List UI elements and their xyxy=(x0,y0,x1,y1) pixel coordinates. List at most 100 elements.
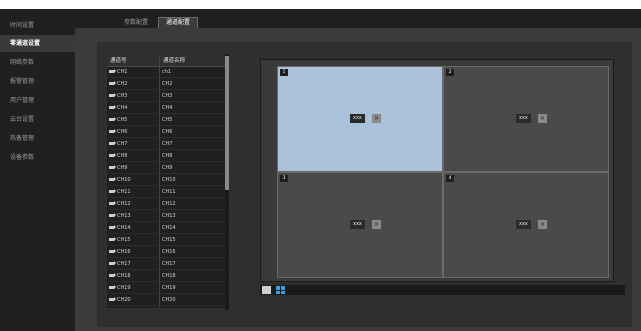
camera-icon xyxy=(109,153,116,157)
sidebar: 时间设置 零通道设置 网络参数 报警管理 用户管理 云台设置 热备管理 设备参数 xyxy=(0,9,75,331)
scrollbar-thumb[interactable] xyxy=(225,56,229,190)
channel-number: CH7 xyxy=(117,141,128,147)
channel-number: CH6 xyxy=(117,129,128,135)
channel-number: CH16 xyxy=(117,249,131,255)
table-row[interactable]: CH14 CH14 xyxy=(107,223,227,234)
channel-number: CH18 xyxy=(117,273,131,279)
channel-name: CH9 xyxy=(162,165,173,171)
preview-cell-2[interactable]: 2 xxx × xyxy=(443,66,609,172)
cell-channel-label: xxx xyxy=(350,220,365,229)
camera-icon xyxy=(109,189,116,193)
channel-number: CH19 xyxy=(117,285,131,291)
table-row[interactable]: CH16 CH16 xyxy=(107,247,227,258)
cell-number: 2 xyxy=(446,69,454,76)
table-row[interactable]: CH4 CH4 xyxy=(107,103,227,114)
table-row[interactable]: CH12 CH12 xyxy=(107,199,227,210)
quad-layout-icon[interactable] xyxy=(276,286,285,294)
channel-name: CH5 xyxy=(162,117,173,123)
channel-name: ch1 xyxy=(162,69,172,75)
channel-number: CH3 xyxy=(117,93,128,99)
table-row[interactable]: CH19 CH19 xyxy=(107,283,227,294)
table-row[interactable]: CH20 CH20 xyxy=(107,295,227,306)
preview-cell-1[interactable]: 1 xxx × xyxy=(277,66,443,172)
channel-name: CH15 xyxy=(162,237,176,243)
sidebar-item-ptz[interactable]: 云台设置 xyxy=(0,111,75,128)
sidebar-item-alarm[interactable]: 报警管理 xyxy=(0,73,75,90)
channel-name: CH19 xyxy=(162,285,176,291)
sidebar-item-zero-channel[interactable]: 零通道设置 xyxy=(0,35,75,52)
channel-number: CH15 xyxy=(117,237,131,243)
table-row[interactable]: CH9 CH9 xyxy=(107,163,227,174)
camera-icon xyxy=(109,213,116,217)
table-row[interactable]: CH17 CH17 xyxy=(107,259,227,270)
camera-icon xyxy=(109,177,116,181)
channel-number: CH17 xyxy=(117,261,131,267)
channel-name: CH14 xyxy=(162,225,176,231)
camera-icon xyxy=(109,201,116,205)
channel-name: CH13 xyxy=(162,213,176,219)
channel-number: CH9 xyxy=(117,165,128,171)
table-row[interactable]: CH10 CH10 xyxy=(107,175,227,186)
channel-number: CH14 xyxy=(117,225,131,231)
close-icon[interactable]: × xyxy=(538,220,547,229)
table-row[interactable]: CH7 CH7 xyxy=(107,139,227,150)
table-row[interactable]: CH13 CH13 xyxy=(107,211,227,222)
table-row[interactable]: CH2 CH2 xyxy=(107,79,227,90)
channel-name: CH3 xyxy=(162,93,173,99)
camera-icon xyxy=(109,69,116,73)
channel-number: CH10 xyxy=(117,177,131,183)
channel-name: CH8 xyxy=(162,153,173,159)
sidebar-item-time-settings[interactable]: 时间设置 xyxy=(0,17,75,34)
camera-icon xyxy=(109,273,116,277)
table-row[interactable]: CH5 CH5 xyxy=(107,115,227,126)
table-row[interactable]: CH8 CH8 xyxy=(107,151,227,162)
camera-icon xyxy=(109,117,116,121)
channel-name: CH17 xyxy=(162,261,176,267)
close-icon[interactable]: × xyxy=(372,114,381,123)
tab-param-config[interactable]: 参数配置 xyxy=(115,18,157,28)
close-icon[interactable]: × xyxy=(538,114,547,123)
table-row[interactable]: CH3 CH3 xyxy=(107,91,227,102)
close-icon[interactable]: × xyxy=(372,220,381,229)
channel-number: CH5 xyxy=(117,117,128,123)
channel-name: CH11 xyxy=(162,189,176,195)
sidebar-item-device[interactable]: 设备参数 xyxy=(0,149,75,166)
table-row[interactable]: CH6 CH6 xyxy=(107,127,227,138)
sidebar-item-user[interactable]: 用户管理 xyxy=(0,92,75,109)
channel-name: CH6 xyxy=(162,129,173,135)
cell-number: 4 xyxy=(446,175,454,182)
table-row[interactable]: CH1 ch1 xyxy=(107,67,227,78)
table-row[interactable]: CH18 CH18 xyxy=(107,271,227,282)
sidebar-item-network[interactable]: 网络参数 xyxy=(0,54,75,71)
camera-icon xyxy=(109,249,116,253)
camera-icon xyxy=(109,141,116,145)
channel-table: 通道号 通道名称 CH1 ch1 CH2 CH2 CH3 CH3 CH4 CH4 CH5 CH5 C… xyxy=(107,56,227,308)
cell-channel-label: xxx xyxy=(516,114,531,123)
camera-icon xyxy=(109,93,116,97)
channel-number: CH1 xyxy=(117,69,128,75)
camera-icon xyxy=(109,237,116,241)
preview-cell-4[interactable]: 4 xxx × xyxy=(443,172,609,278)
camera-icon xyxy=(109,225,116,229)
table-scrollbar[interactable] xyxy=(225,54,229,310)
main-panel: 参数配置 通道配置 通道号 通道名称 CH1 ch1 CH2 CH2 CH3 CH3 CH4… xyxy=(75,9,641,331)
table-row[interactable]: CH15 CH15 xyxy=(107,235,227,246)
table-row[interactable]: CH11 CH11 xyxy=(107,187,227,198)
single-layout-icon[interactable] xyxy=(262,286,271,294)
content-area: 通道号 通道名称 CH1 ch1 CH2 CH2 CH3 CH3 CH4 CH4 CH5 CH5 C… xyxy=(97,42,632,327)
camera-icon xyxy=(109,105,116,109)
sidebar-item-hot-standby[interactable]: 热备管理 xyxy=(0,130,75,147)
channel-name: CH20 xyxy=(162,297,176,303)
channel-number: CH2 xyxy=(117,81,128,87)
channel-name: CH16 xyxy=(162,249,176,255)
camera-icon xyxy=(109,285,116,289)
table-header: 通道号 通道名称 xyxy=(107,56,227,67)
header-channel-no: 通道号 xyxy=(110,58,127,64)
camera-icon xyxy=(109,261,116,265)
header-channel-name: 通道名称 xyxy=(163,58,186,64)
preview-cell-3[interactable]: 3 xxx × xyxy=(277,172,443,278)
layout-toolbar xyxy=(260,285,625,295)
tab-channel-config[interactable]: 通道配置 xyxy=(158,17,198,28)
channel-name: CH2 xyxy=(162,81,173,87)
channel-name: CH10 xyxy=(162,177,176,183)
